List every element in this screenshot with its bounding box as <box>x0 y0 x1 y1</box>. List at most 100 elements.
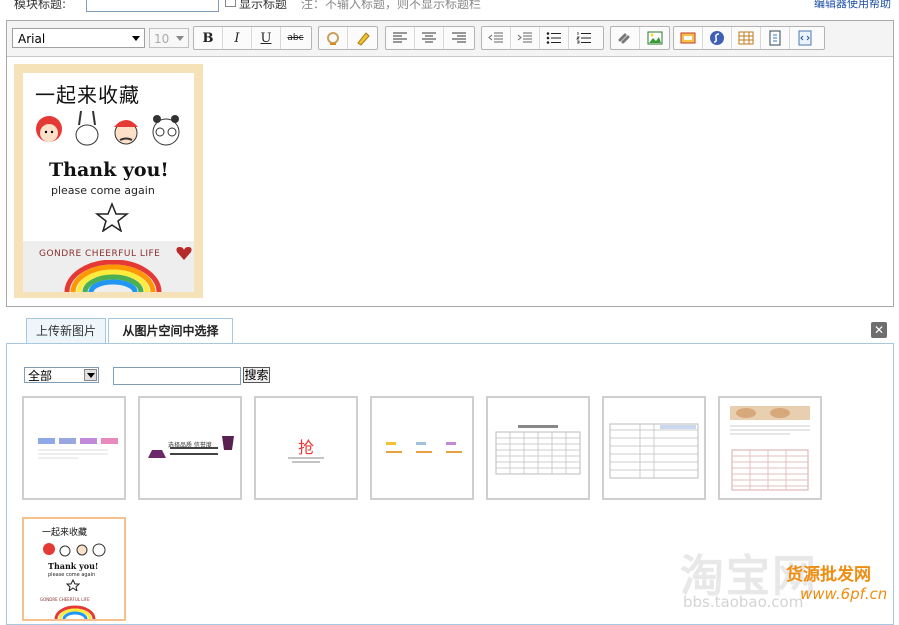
bold-button[interactable]: B <box>194 27 223 49</box>
show-title-label: 显示标题 <box>239 0 288 11</box>
thumbnail-text: 抢 <box>298 438 315 457</box>
indent-icon <box>517 32 532 43</box>
image-icon <box>647 31 662 45</box>
source-code-icon <box>798 30 811 46</box>
outdent-icon <box>488 32 503 43</box>
font-family-value: Arial <box>18 32 46 46</box>
insert-module-button[interactable] <box>674 27 703 49</box>
close-icon[interactable]: ✕ <box>871 322 887 338</box>
card-brand: GONDRE CHEERFUL LIFE <box>39 249 161 259</box>
text-style-group: B I U abc <box>193 26 312 50</box>
flash-icon <box>710 31 724 45</box>
thumbnail-preview <box>609 423 699 479</box>
font-family-select[interactable]: Arial <box>12 28 145 48</box>
thumbnail-preview <box>495 425 581 475</box>
source-code-button[interactable] <box>790 27 819 49</box>
thankyou-card: 一起来收藏 Thank you! please come again GONDR… <box>23 73 194 292</box>
card-heading: 一起来收藏 <box>35 83 140 107</box>
thumbnail-text: 一起来收藏 <box>42 528 88 538</box>
list-group <box>481 26 604 50</box>
thumbnail-preview <box>730 406 810 491</box>
align-left-icon <box>393 32 407 43</box>
rainbow-icon <box>54 605 96 619</box>
numbered-list-button[interactable] <box>569 27 598 49</box>
watermark-brand: 货源批发网 <box>786 565 871 585</box>
watermark-site: bbs.taobao.com <box>683 593 804 611</box>
inserted-thankyou-image[interactable]: 一起来收藏 Thank you! please come again GONDR… <box>14 64 203 298</box>
align-right-button[interactable] <box>444 27 473 49</box>
font-color-icon <box>327 32 339 45</box>
bulleted-list-icon <box>546 32 561 44</box>
indent-button[interactable] <box>511 27 540 49</box>
tab-upload-new-image[interactable]: 上传新图片 <box>26 318 106 343</box>
image-thumbnail[interactable]: 选择品质 信誉度 <box>138 396 242 500</box>
bulleted-list-button[interactable] <box>540 27 569 49</box>
strikethrough-button[interactable]: abc <box>281 27 310 49</box>
image-thumbnail[interactable] <box>370 396 474 500</box>
outdent-button[interactable] <box>482 27 511 49</box>
align-center-icon <box>422 32 436 43</box>
image-thumbnail[interactable]: 抢 <box>254 396 358 500</box>
editor-help-link[interactable]: 编辑器使用帮助 <box>814 0 891 11</box>
thumbnail-text: please come again <box>48 572 96 578</box>
color-group <box>318 26 378 50</box>
rich-text-editor[interactable]: Arial 10 B I U abc 一起来收藏 Thank you! plea… <box>6 20 894 307</box>
card-thanks: Thank you! <box>49 159 169 181</box>
image-thumbnail[interactable] <box>718 396 822 500</box>
thumbnail-preview: 一起来收藏 Thank you! please come again GONDR… <box>36 523 112 619</box>
link-icon <box>618 33 630 44</box>
cartoon-characters-icon <box>43 543 106 557</box>
thumbnail-preview <box>386 442 462 453</box>
show-title-checkbox[interactable] <box>225 0 236 7</box>
rainbow-icon <box>64 260 162 292</box>
font-size-select[interactable]: 10 <box>149 28 189 48</box>
highlight-button[interactable] <box>348 27 377 49</box>
editor-toolbar: Arial 10 B I U abc <box>7 21 893 57</box>
module-title-label: 模块标题: <box>14 0 67 11</box>
chevron-down-icon <box>132 36 140 41</box>
font-size-value: 10 <box>154 32 170 46</box>
numbered-list-icon <box>575 32 591 44</box>
thumbnail-text: GONDRE CHEERFUL LIFE <box>40 597 90 602</box>
font-color-button[interactable] <box>319 27 348 49</box>
align-left-button[interactable] <box>386 27 415 49</box>
insert-table-button[interactable] <box>732 27 761 49</box>
category-filter-select[interactable]: 全部 <box>24 367 99 383</box>
insert-flash-button[interactable] <box>703 27 732 49</box>
align-right-icon <box>451 32 466 43</box>
thumbnail-text: Thank you! <box>48 561 99 571</box>
align-group <box>385 26 475 50</box>
image-thumbnail[interactable] <box>602 396 706 500</box>
insert-page-button[interactable] <box>761 27 790 49</box>
cartoon-characters-icon <box>36 110 180 146</box>
tab-select-from-image-space[interactable]: 从图片空间中选择 <box>108 318 233 345</box>
insert-link-button[interactable] <box>611 27 640 49</box>
thumbnail-text: 选择品质 信誉度 <box>168 442 212 449</box>
align-center-button[interactable] <box>415 27 444 49</box>
module-icon <box>680 32 696 44</box>
table-icon <box>738 31 754 45</box>
chevron-down-icon <box>84 369 97 381</box>
watermark-url: www.6pf.cn <box>800 585 888 603</box>
image-thumbnail[interactable] <box>486 396 590 500</box>
module-title-input[interactable] <box>86 0 219 12</box>
insert-group <box>610 26 670 50</box>
insert-image-button[interactable] <box>640 27 669 49</box>
title-note: 注：不输入标题，则不显示标题栏 <box>301 0 482 11</box>
highlighter-icon <box>356 32 370 46</box>
thumbnail-preview <box>38 438 118 459</box>
image-thumbnail-selected[interactable]: 一起来收藏 Thank you! please come again GONDR… <box>22 517 126 621</box>
underline-button[interactable]: U <box>252 27 281 49</box>
heart-icon <box>176 247 192 260</box>
search-button[interactable]: 搜索 <box>243 367 270 383</box>
italic-button[interactable]: I <box>223 27 252 49</box>
category-filter-value: 全部 <box>28 369 53 383</box>
card-subtitle: please come again <box>51 184 155 197</box>
image-search-input[interactable] <box>113 367 241 385</box>
media-group <box>673 26 825 50</box>
star-icon <box>66 579 80 591</box>
page-icon <box>769 30 781 46</box>
image-thumbnail[interactable] <box>22 396 126 500</box>
star-icon <box>95 202 129 232</box>
chevron-down-icon <box>176 36 184 41</box>
